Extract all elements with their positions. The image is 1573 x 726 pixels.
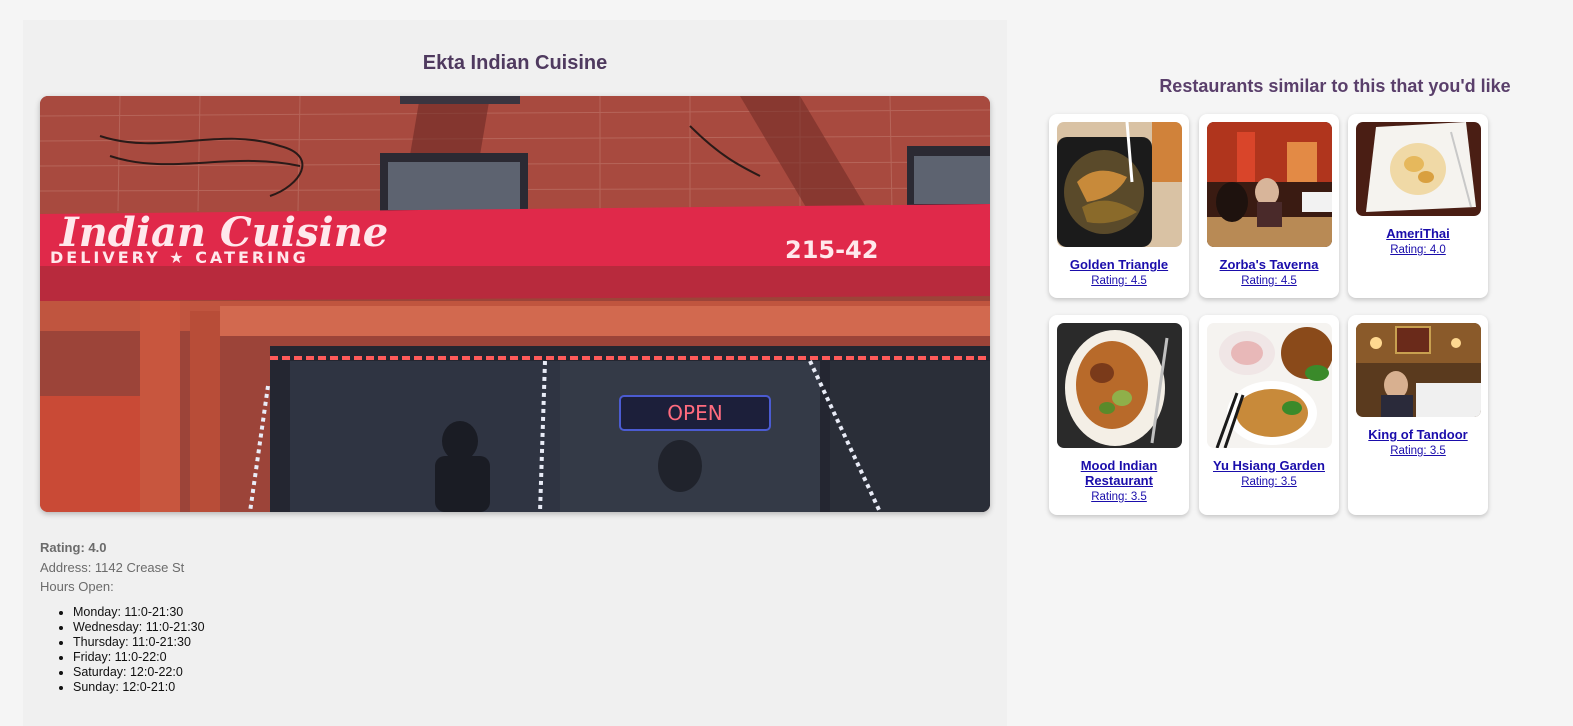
similar-restaurant-card[interactable]: King of Tandoor Rating: 3.5 [1348,315,1488,515]
hours-list: Monday: 11:0-21:30 Wednesday: 11:0-21:30… [50,605,205,695]
awning-phone: 215-42 [785,236,878,264]
restaurant-title: Ekta Indian Cuisine [422,52,608,74]
hours-label: Hours Open: [40,579,114,594]
hours-item: Friday: 11:0-22:0 [73,650,205,665]
hours-item: Monday: 11:0-21:30 [73,605,205,620]
hours-item: Wednesday: 11:0-21:30 [73,620,205,635]
restaurant-photo: Indian Cuisine DELIVERY ★ CATERING 215-4… [40,96,990,512]
awning-subtext: DELIVERY ★ CATERING [50,248,309,267]
restaurant-link[interactable]: King of Tandoor [1356,427,1480,442]
similar-restaurants-title: Restaurants similar to this that you'd l… [1159,76,1511,96]
similar-restaurant-card[interactable]: Zorba's Taverna Rating: 4.5 [1199,114,1339,298]
rating-link[interactable]: Rating: 4.5 [1049,275,1189,287]
hours-item: Saturday: 12:0-22:0 [73,665,205,680]
restaurant-thumbnail[interactable] [1355,323,1481,417]
similar-restaurant-card[interactable]: Mood Indian Restaurant Rating: 3.5 [1049,315,1189,515]
rating-link[interactable]: Rating: 3.5 [1348,445,1488,457]
hours-item: Sunday: 12:0-21:0 [73,680,205,695]
similar-restaurant-card[interactable]: AmeriThai Rating: 4.0 [1348,114,1488,298]
restaurant-thumbnail[interactable] [1056,122,1182,247]
restaurant-thumbnail[interactable] [1206,323,1332,448]
hours-item: Thursday: 11:0-21:30 [73,635,205,650]
rating-link[interactable]: Rating: 3.5 [1049,491,1189,503]
rating-link[interactable]: Rating: 3.5 [1199,476,1339,488]
restaurant-thumbnail[interactable] [1056,323,1182,448]
similar-restaurant-card[interactable]: Golden Triangle Rating: 4.5 [1049,114,1189,298]
restaurant-address: Address: 1142 Crease St [40,559,185,575]
restaurant-link[interactable]: AmeriThai [1356,226,1480,241]
restaurant-link[interactable]: Golden Triangle [1057,257,1181,272]
restaurant-info: Rating: 4.0 Address: 1142 Crease St Hour… [40,538,184,597]
restaurant-thumbnail[interactable] [1355,122,1481,216]
open-sign: OPEN [667,401,722,425]
rating-link[interactable]: Rating: 4.0 [1348,244,1488,256]
restaurant-link[interactable]: Yu Hsiang Garden [1207,458,1331,473]
similar-restaurant-card[interactable]: Yu Hsiang Garden Rating: 3.5 [1199,315,1339,515]
rating-link[interactable]: Rating: 4.5 [1199,275,1339,287]
restaurant-rating: Rating: 4.0 [40,540,107,555]
restaurant-thumbnail[interactable] [1206,122,1332,247]
restaurant-link[interactable]: Mood Indian Restaurant [1057,458,1181,488]
restaurant-link[interactable]: Zorba's Taverna [1207,257,1331,272]
